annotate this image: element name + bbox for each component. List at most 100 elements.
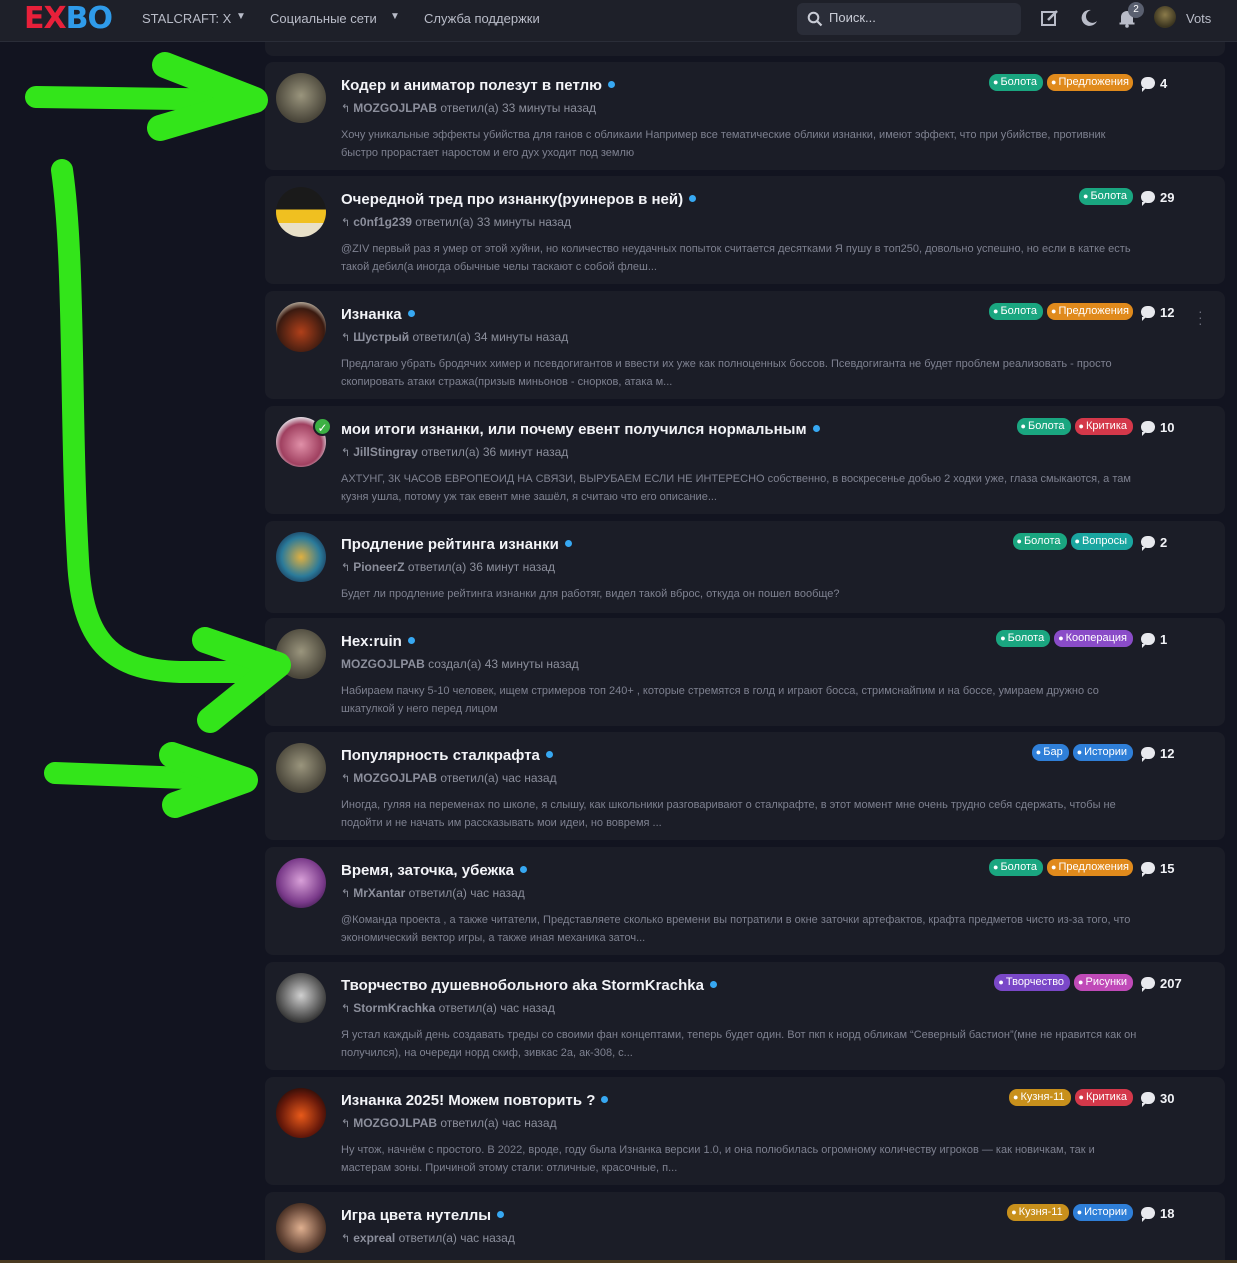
author-link[interactable]: c0nf1g239 <box>353 215 412 229</box>
frog-icon: ● <box>1000 633 1006 643</box>
author-link[interactable]: expreal <box>353 1231 395 1245</box>
nav-support[interactable]: Служба поддержки <box>424 11 540 27</box>
thread-excerpt: Я устал каждый день создавать треды со с… <box>341 1029 1137 1059</box>
thread-card[interactable]: Время, заточка, убежка ↰ MrXantar ответил… <box>265 847 1225 955</box>
thread-title[interactable]: Изнанка 2025! Можем повторить ? <box>341 1092 609 1109</box>
chevron-down-icon[interactable]: ▼ <box>236 11 246 22</box>
comment-icon <box>1141 421 1155 436</box>
author-link[interactable]: MrXantar <box>353 886 405 900</box>
thread-title[interactable]: Изнанка <box>341 306 415 323</box>
reply-icon: ↰ <box>341 1233 351 1245</box>
avatar[interactable] <box>276 629 326 679</box>
tag[interactable]: ● Болота <box>1012 533 1067 550</box>
reply-count: 10 <box>1141 420 1174 436</box>
avatar[interactable] <box>276 532 326 582</box>
more-options-icon[interactable]: · · · <box>1198 304 1203 330</box>
unread-dot <box>709 981 717 988</box>
nav-social[interactable]: Социальные сети <box>270 11 377 27</box>
thread-card[interactable]: Популярность сталкрафта ↰ MOZGOJLPAB отве… <box>265 732 1225 840</box>
tag-list: ● Болота ● Вопросы <box>1012 533 1133 550</box>
frog-icon: ● <box>993 77 999 87</box>
author-link[interactable]: MOZGOJLPAB <box>353 1116 437 1130</box>
thread-title[interactable]: Время, заточка, убежка <box>341 862 527 879</box>
tag[interactable]: ● Предложения <box>1047 859 1133 876</box>
tag[interactable]: ● Истории <box>1072 744 1133 761</box>
thread-title[interactable]: Игра цвета нутеллы <box>341 1207 505 1224</box>
moon-icon[interactable] <box>1079 8 1099 28</box>
author-link[interactable]: MOZGOJLPAB <box>341 657 425 671</box>
unread-dot <box>407 310 415 317</box>
author-link[interactable]: Шустрый <box>353 330 409 344</box>
arrow-line <box>51 159 281 683</box>
thread-card[interactable]: Игра цвета нутеллы ↰ expreal ответил(а) ч… <box>265 1192 1225 1263</box>
tag[interactable]: ● Кузня-11 <box>1009 1089 1071 1106</box>
thread-card[interactable]: Изнанка ↰ Шустрый ответил(а) 34 минуты на… <box>265 291 1225 399</box>
thread-card[interactable]: Кодер и аниматор полезут в петлю ↰ MOZGOJ… <box>265 62 1225 170</box>
avatar[interactable] <box>276 973 326 1023</box>
tag[interactable]: ● Критика <box>1074 418 1133 435</box>
avatar[interactable] <box>276 858 326 908</box>
thread-title[interactable]: Кодер и аниматор полезут в петлю <box>341 77 615 94</box>
tag[interactable]: ● Рисунки <box>1074 974 1133 991</box>
thread-card[interactable]: Продление рейтинга изнанки ↰ PioneerZ отв… <box>265 521 1225 613</box>
thread-title[interactable]: Продление рейтинга изнанки <box>341 536 572 553</box>
avatar[interactable] <box>276 743 326 793</box>
tag[interactable]: ● Предложения <box>1047 303 1133 320</box>
author-link[interactable]: MOZGOJLPAB <box>353 101 437 115</box>
tag-list: ● Творчество ● Рисунки <box>994 974 1133 991</box>
tag[interactable]: ● Вопросы <box>1070 533 1133 550</box>
frog-icon: ● <box>1016 536 1022 546</box>
author-link[interactable]: JillStingray <box>353 445 418 459</box>
reply-icon: ↰ <box>341 1003 351 1015</box>
author-link[interactable]: MOZGOJLPAB <box>353 771 437 785</box>
thread-card[interactable]: Hex:ruin MOZGOJLPAB создал(а) 43 минуты … <box>265 618 1225 726</box>
nav-stalcraft[interactable]: STALCRAFT: X <box>142 11 231 27</box>
author-link[interactable]: PioneerZ <box>353 560 404 574</box>
avatar[interactable] <box>276 1203 326 1253</box>
tag[interactable]: ● Кооперация <box>1054 630 1133 647</box>
avatar[interactable] <box>276 302 326 352</box>
chevron-down-icon[interactable]: ▼ <box>390 11 400 22</box>
frog-icon: ● <box>1083 191 1089 201</box>
thread-title[interactable]: Популярность сталкрафта <box>341 747 553 764</box>
avatar[interactable] <box>276 73 326 123</box>
comment-icon <box>1141 633 1155 648</box>
tag[interactable]: ● Истории <box>1072 1204 1133 1221</box>
tag[interactable]: ● Болота <box>1016 418 1071 435</box>
tag[interactable]: ● Болота <box>989 303 1043 320</box>
search-box[interactable] <box>797 3 1021 35</box>
tag[interactable]: ● Предложения <box>1047 74 1133 91</box>
tag[interactable]: ● Критика <box>1074 1089 1133 1106</box>
user-avatar[interactable] <box>1154 6 1176 28</box>
tag[interactable]: ● Болота <box>989 74 1043 91</box>
thread-card[interactable]: ✓ мои итоги изнанки, или почему евент по… <box>265 406 1225 514</box>
tag[interactable]: ● Болота <box>989 859 1043 876</box>
tag-list: ● Кузня-11 ● Критика <box>1009 1089 1133 1106</box>
previous-thread-card[interactable] <box>265 42 1225 56</box>
tag[interactable]: ● Бар <box>1031 744 1069 761</box>
sad-icon: ● <box>1078 1092 1084 1102</box>
tag[interactable]: ● Творчество <box>994 974 1071 991</box>
thread-card[interactable]: Очередной тред про изнанку(руинеров в не… <box>265 176 1225 284</box>
thread-card[interactable]: Изнанка 2025! Можем повторить ? ↰ MOZGOJL… <box>265 1077 1225 1185</box>
thread-title[interactable]: мои итоги изнанки, или почему евент полу… <box>341 421 820 438</box>
avatar[interactable] <box>276 1088 326 1138</box>
thread-title[interactable]: Очередной тред про изнанку(руинеров в не… <box>341 191 697 208</box>
exbo-logo[interactable]: EXBO <box>24 3 113 35</box>
thread-card[interactable]: Творчество душевнобольного aka StormKrac… <box>265 962 1225 1070</box>
tag[interactable]: ● Кузня-11 <box>1007 1204 1069 1221</box>
tag[interactable]: ● Болота <box>996 630 1051 647</box>
thread-title[interactable]: Творчество душевнобольного aka StormKrac… <box>341 977 717 994</box>
tag-list: ● Болота <box>1079 188 1133 205</box>
tag-list: ● Болота ● Предложения <box>989 74 1133 91</box>
reply-icon: ↰ <box>341 773 351 785</box>
unread-dot <box>407 637 415 644</box>
search-input[interactable] <box>829 10 1009 25</box>
tag[interactable]: ● Болота <box>1079 188 1133 205</box>
author-link[interactable]: StormKrachka <box>353 1001 435 1015</box>
thread-title[interactable]: Hex:ruin <box>341 633 415 650</box>
avatar[interactable] <box>276 187 326 237</box>
thread-meta: ↰ JillStingray ответил(а) 36 минут назад <box>341 445 569 459</box>
username[interactable]: Vots <box>1186 11 1211 26</box>
compose-icon[interactable] <box>1040 8 1060 28</box>
